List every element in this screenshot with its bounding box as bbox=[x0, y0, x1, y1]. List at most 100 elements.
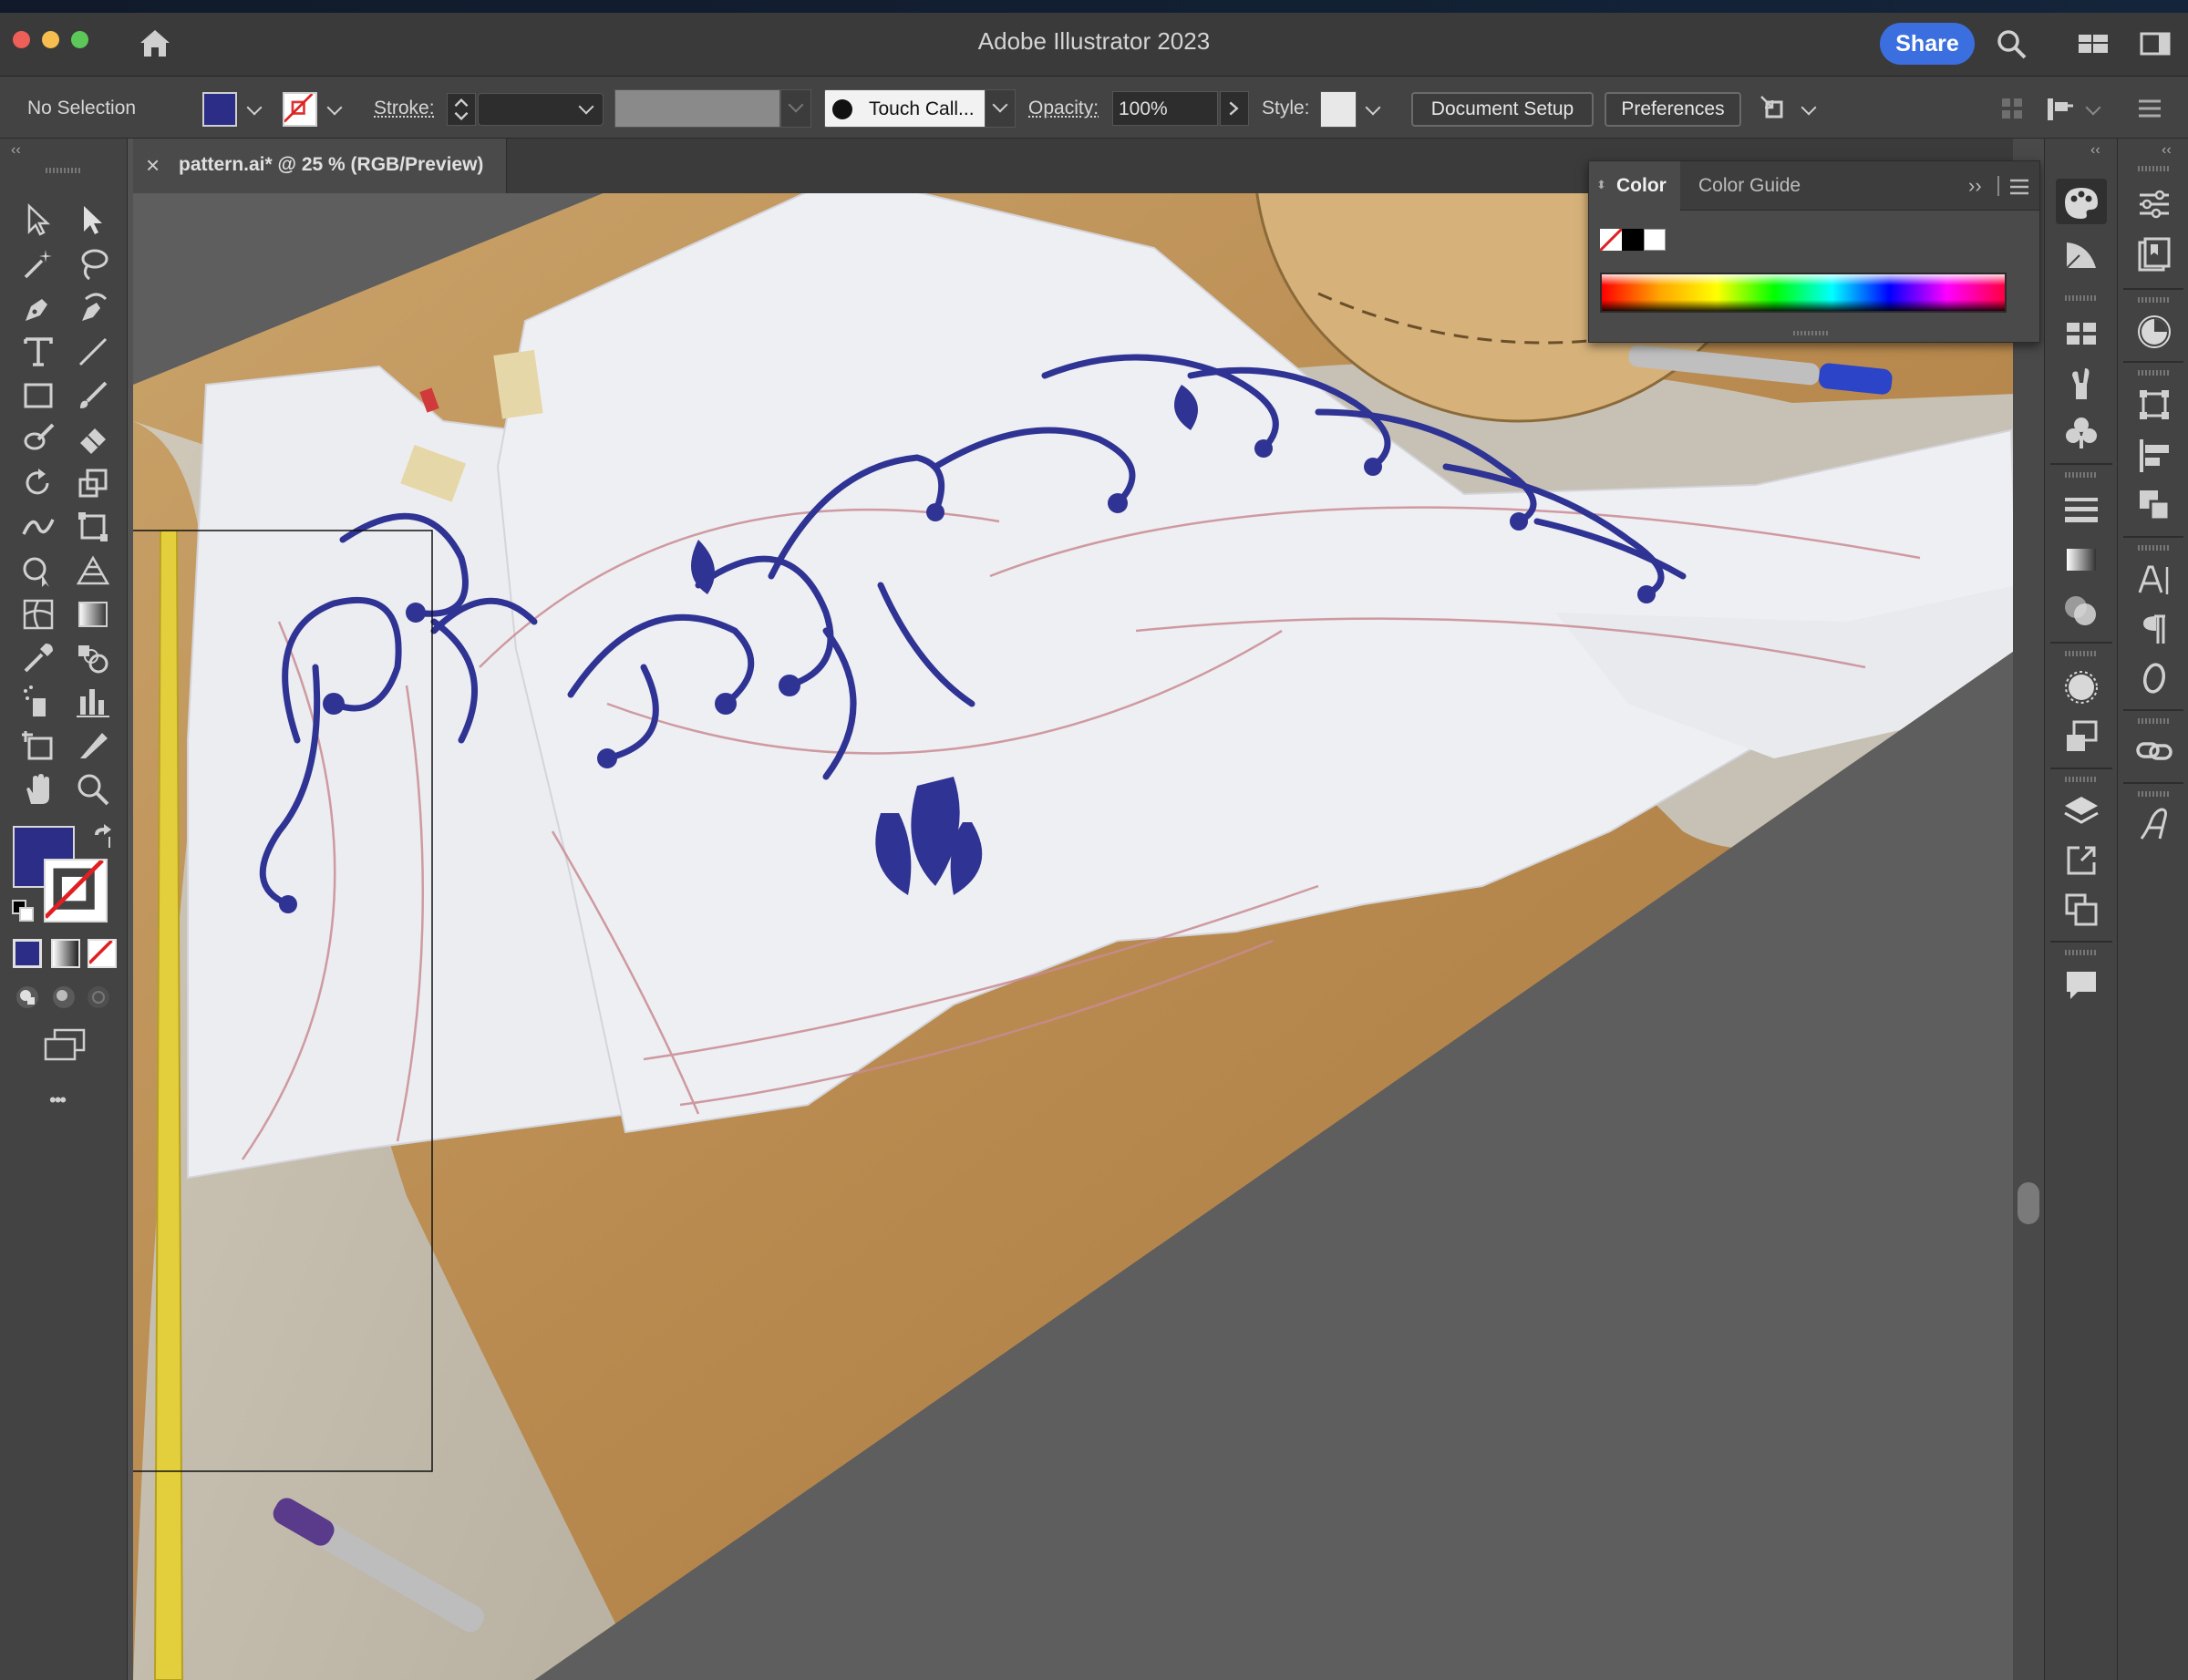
screen-mode-icon[interactable] bbox=[44, 1028, 86, 1061]
panels-toggle-icon[interactable] bbox=[2139, 27, 2172, 60]
line-segment-tool-icon[interactable] bbox=[75, 334, 111, 370]
column-graph-tool-icon[interactable] bbox=[75, 684, 111, 720]
gradient-tool-icon[interactable] bbox=[75, 596, 111, 633]
transform-panel-icon[interactable] bbox=[2134, 385, 2174, 425]
control-bar-menu-icon[interactable] bbox=[2137, 97, 2162, 120]
slice-tool-icon[interactable] bbox=[75, 727, 111, 764]
document-tab[interactable]: × pattern.ai* @ 25 % (RGB/Preview) bbox=[133, 139, 507, 193]
dock-grip[interactable] bbox=[2065, 472, 2098, 478]
rotate-tool-icon[interactable] bbox=[20, 465, 57, 501]
direct-selection-tool-icon[interactable] bbox=[75, 202, 111, 239]
opacity-expand-button[interactable] bbox=[1220, 91, 1249, 126]
draw-behind-icon[interactable] bbox=[51, 984, 77, 1010]
variable-width-profile-dropdown[interactable] bbox=[780, 89, 811, 128]
share-button[interactable]: Share bbox=[1880, 23, 1975, 65]
stroke-weight-field[interactable] bbox=[478, 93, 604, 126]
swatches-icon[interactable] bbox=[2061, 314, 2101, 354]
color-spectrum-bar[interactable] bbox=[1600, 273, 2007, 313]
fill-swatch[interactable] bbox=[202, 92, 237, 127]
collapse-dock-icon[interactable]: ‹‹ bbox=[2090, 142, 2100, 159]
default-fill-stroke-icon[interactable] bbox=[11, 899, 35, 922]
stroke-dropdown-chevron-icon[interactable] bbox=[326, 99, 343, 116]
pen-tool-icon[interactable] bbox=[20, 290, 57, 326]
links-icon[interactable] bbox=[2134, 731, 2174, 771]
search-icon[interactable] bbox=[1995, 27, 2028, 60]
gradient-panel-icon[interactable] bbox=[2061, 540, 2101, 580]
scale-tool-icon[interactable] bbox=[75, 465, 111, 501]
graphic-style-swatch[interactable] bbox=[1320, 91, 1357, 128]
graphic-styles-icon[interactable] bbox=[2061, 716, 2101, 757]
none-mode-button[interactable] bbox=[88, 939, 117, 968]
align-grid-icon[interactable] bbox=[2000, 97, 2024, 120]
gradient-mode-button[interactable] bbox=[51, 939, 80, 968]
perspective-grid-tool-icon[interactable] bbox=[75, 552, 111, 589]
symbols-icon[interactable] bbox=[2061, 412, 2101, 452]
dock-grip[interactable] bbox=[2065, 295, 2098, 301]
edit-toolbar-button[interactable]: ••• bbox=[49, 1088, 67, 1112]
close-document-icon[interactable]: × bbox=[146, 151, 160, 180]
character-icon[interactable] bbox=[2134, 560, 2174, 600]
zoom-tool-icon[interactable] bbox=[75, 771, 111, 808]
draw-normal-icon[interactable] bbox=[15, 984, 40, 1010]
dock-grip[interactable] bbox=[2138, 791, 2171, 797]
free-transform-tool-icon[interactable] bbox=[75, 509, 111, 545]
arrange-documents-icon[interactable] bbox=[1760, 93, 1792, 126]
brush-dropdown[interactable] bbox=[985, 89, 1016, 128]
vertical-scrollbar[interactable] bbox=[2013, 139, 2044, 1680]
layers-icon[interactable] bbox=[2061, 791, 2101, 831]
shape-builder-tool-icon[interactable] bbox=[20, 552, 57, 589]
export-assets-icon[interactable] bbox=[2061, 840, 2101, 881]
recolor-icon[interactable] bbox=[2134, 312, 2174, 352]
tab-color[interactable]: Color bbox=[1616, 175, 1667, 197]
opentype-icon[interactable] bbox=[2134, 658, 2174, 698]
paragraph-icon[interactable] bbox=[2134, 609, 2174, 649]
shaper-tool-icon[interactable] bbox=[20, 421, 57, 458]
magic-wand-tool-icon[interactable] bbox=[20, 246, 57, 283]
arrange-chevron-icon[interactable] bbox=[1801, 99, 1817, 116]
type-tool-icon[interactable] bbox=[20, 334, 57, 370]
brushes-icon[interactable] bbox=[2061, 363, 2101, 403]
black-swatch[interactable] bbox=[1622, 229, 1644, 251]
dock-grip[interactable] bbox=[2138, 718, 2171, 724]
dock-grip[interactable] bbox=[2138, 545, 2171, 551]
mesh-tool-icon[interactable] bbox=[20, 596, 57, 633]
glyphs-icon[interactable] bbox=[2134, 804, 2174, 844]
panel-expand-icon[interactable]: ›› bbox=[1968, 174, 1982, 198]
symbol-sprayer-tool-icon[interactable] bbox=[20, 684, 57, 720]
stroke-weight-chevron-icon[interactable] bbox=[578, 98, 594, 115]
hand-tool-icon[interactable] bbox=[20, 771, 57, 808]
dock-grip[interactable] bbox=[2065, 651, 2098, 656]
stroke-swatch[interactable] bbox=[283, 92, 317, 127]
transform-icon[interactable] bbox=[2044, 93, 2077, 126]
stroke-panel-icon[interactable] bbox=[2061, 489, 2101, 529]
stroke-label[interactable]: Stroke: bbox=[374, 98, 435, 119]
libraries-icon[interactable] bbox=[2134, 235, 2174, 275]
dock-grip[interactable] bbox=[2065, 777, 2098, 782]
vertical-scroll-thumb[interactable] bbox=[2018, 1182, 2039, 1224]
pathfinder-icon[interactable] bbox=[2134, 485, 2174, 525]
artboard-canvas[interactable] bbox=[133, 193, 2044, 1680]
collapse-tools-icon[interactable]: ‹‹ bbox=[11, 142, 21, 159]
collapse-dock-right-icon[interactable]: ‹‹ bbox=[2162, 142, 2172, 159]
opacity-field[interactable]: 100% bbox=[1112, 91, 1218, 126]
appearance-icon[interactable] bbox=[2061, 667, 2101, 707]
workspace-switcher-icon[interactable] bbox=[2077, 27, 2110, 60]
dock-grip[interactable] bbox=[2138, 297, 2171, 303]
color-palette-icon[interactable] bbox=[2061, 182, 2101, 222]
preferences-button[interactable]: Preferences bbox=[1605, 92, 1741, 127]
panel-resize-grip[interactable] bbox=[1793, 331, 1830, 335]
dock-grip[interactable] bbox=[2138, 370, 2171, 376]
stroke-weight-stepper[interactable] bbox=[447, 93, 476, 126]
dock-grip[interactable] bbox=[2065, 950, 2098, 955]
blend-tool-icon[interactable] bbox=[75, 640, 111, 676]
opacity-label[interactable]: Opacity: bbox=[1028, 98, 1099, 119]
color-mode-button[interactable] bbox=[13, 939, 42, 968]
white-swatch[interactable] bbox=[1644, 229, 1666, 251]
panel-options-toggle-icon[interactable]: ⬍ bbox=[1596, 178, 1606, 192]
variable-width-profile-field[interactable] bbox=[614, 89, 780, 128]
properties-icon[interactable] bbox=[2134, 184, 2174, 224]
lasso-tool-icon[interactable] bbox=[75, 246, 111, 283]
draw-inside-icon[interactable] bbox=[86, 984, 111, 1010]
swap-fill-stroke-icon[interactable] bbox=[89, 824, 115, 850]
tab-color-guide[interactable]: Color Guide bbox=[1698, 175, 1801, 197]
